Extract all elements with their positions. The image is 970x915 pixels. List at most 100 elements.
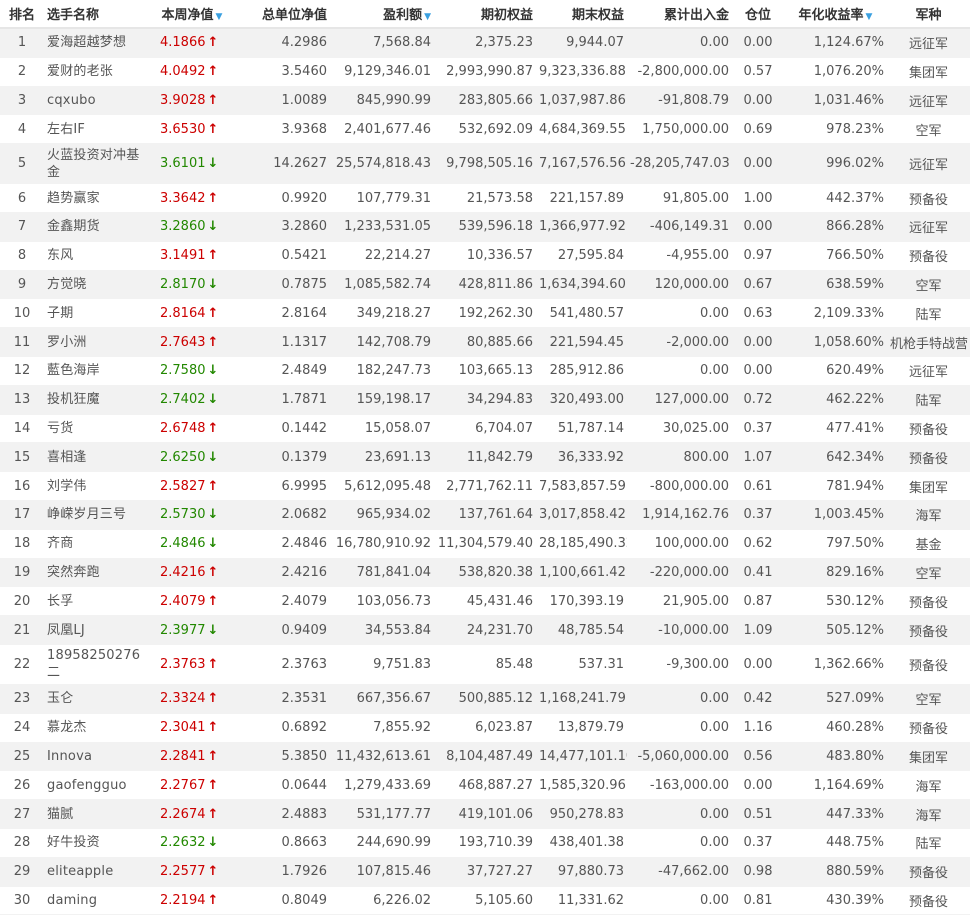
nav-value: 2.3763 [160,656,206,672]
profit-cell: 7,568.84 [330,28,434,58]
start-equity-cell: 5,105.60 [434,886,536,915]
total-nav-cell: 0.1442 [234,414,330,444]
player-name-cell[interactable]: 投机狂魔 [44,385,150,415]
position-cell: 0.97 [732,241,784,271]
player-name-cell[interactable]: 火蓝投资对冲基金 [44,143,150,185]
position-cell: 0.69 [732,114,784,145]
player-name-cell[interactable]: 方觉晓 [44,270,150,300]
annual-return-cell: 781.94% [784,471,887,501]
annual-return-cell: 797.50% [784,529,887,559]
player-name-cell[interactable]: 子期 [44,298,150,329]
group-cell: 基金 [887,529,970,559]
player-name-cell[interactable]: gaofengguo [44,770,150,801]
player-name-cell[interactable]: 峥嵘岁月三号 [44,500,150,530]
player-name-cell[interactable]: 东风 [44,241,150,271]
total-nav-cell: 0.7875 [234,270,330,300]
group-cell: 预备役 [887,615,970,645]
player-name-cell[interactable]: 罗小洲 [44,327,150,357]
player-name-cell[interactable]: 齐商 [44,529,150,559]
group-cell: 预备役 [887,713,970,743]
end-equity-cell: 1,585,320.96 [536,770,627,801]
player-name-cell[interactable]: 突然奔跑 [44,558,150,588]
player-name-cell[interactable]: 刘学伟 [44,471,150,501]
nav-value: 2.7402 [160,392,206,408]
player-name-cell[interactable]: cqxubo [44,86,150,116]
start-equity-cell: 37,727.27 [434,857,536,887]
sort-down-icon[interactable]: ▼ [866,12,873,22]
rank-cell: 4 [0,114,44,145]
sort-down-icon[interactable]: ▼ [424,12,431,22]
player-name-cell[interactable]: 亏货 [44,414,150,444]
player-name-cell[interactable]: 趋势赢家 [44,183,150,213]
player-name-cell[interactable]: 爱财的老张 [44,57,150,87]
col-name-label: 选手名称 [47,8,100,23]
table-row: 21 凤凰LJ 2.3977 ↓ 0.9409 34,553.84 24,231.70 48,… [0,615,970,645]
end-equity-cell: 4,684,369.55 [536,114,627,145]
profit-cell: 965,934.02 [330,500,434,530]
player-name-cell[interactable]: 玉仑 [44,684,150,714]
sort-down-icon[interactable]: ▼ [216,12,223,22]
col-annual-return-header[interactable]: 年化收益率 ▼ [784,0,887,29]
player-name-cell[interactable]: 长孚 [44,586,150,617]
player-name-cell[interactable]: 凤凰LJ [44,615,150,645]
player-name-cell[interactable]: 18958250276二 [44,644,150,685]
rank-cell: 27 [0,799,44,829]
position-cell: 0.00 [732,770,784,801]
arrow-up-icon: ↑ [207,748,219,764]
player-name-cell[interactable]: 藍色海岸 [44,356,150,386]
player-name-cell[interactable]: 好牛投资 [44,828,150,858]
end-equity-cell: 285,912.86 [536,356,627,386]
col-group-header: 军种 [887,0,970,29]
annual-return-cell: 880.59% [784,857,887,887]
end-equity-cell: 3,017,858.42 [536,500,627,530]
position-cell: 0.00 [732,86,784,116]
group-cell: 预备役 [887,241,970,271]
weekly-nav-cell: 2.7643 ↑ [150,327,234,357]
position-cell: 0.61 [732,471,784,501]
group-cell: 海军 [887,799,970,829]
group-cell: 空军 [887,558,970,588]
position-cell: 0.57 [732,57,784,87]
cash-flow-cell: -91,808.79 [627,86,732,116]
cash-flow-cell: -800,000.00 [627,471,732,501]
profit-cell: 15,058.07 [330,414,434,444]
weekly-nav-cell: 2.3977 ↓ [150,615,234,645]
nav-value: 3.3642 [160,190,206,206]
weekly-nav-cell: 2.5827 ↑ [150,471,234,501]
player-name-cell[interactable]: 喜相逢 [44,442,150,473]
profit-cell: 1,233,531.05 [330,212,434,242]
cash-flow-cell: 0.00 [627,356,732,386]
annual-return-cell: 642.34% [784,442,887,473]
annual-return-cell: 766.50% [784,241,887,271]
col-position-label: 仓位 [744,8,771,23]
player-name-cell[interactable]: 猫腻 [44,799,150,829]
nav-value: 3.2860 [160,219,206,235]
annual-return-cell: 430.39% [784,886,887,915]
player-name-cell[interactable]: 左右IF [44,114,150,145]
weekly-nav-cell: 2.8170 ↓ [150,270,234,300]
player-name-cell[interactable]: eliteapple [44,857,150,887]
player-name-cell[interactable]: 慕龙杰 [44,713,150,743]
col-nav-header[interactable]: 本周净值 ▼ [150,0,234,29]
col-profit-header[interactable]: 盈利额 ▼ [330,0,434,29]
total-nav-cell: 0.5421 [234,241,330,271]
end-equity-cell: 950,278.83 [536,799,627,829]
rank-cell: 29 [0,857,44,887]
start-equity-cell: 2,375.23 [434,28,536,58]
start-equity-cell: 468,887.27 [434,770,536,801]
arrow-up-icon: ↑ [207,248,219,264]
weekly-nav-cell: 2.6250 ↓ [150,442,234,473]
arrow-up-icon: ↑ [207,864,219,880]
cash-flow-cell: -5,060,000.00 [627,742,732,772]
table-row: 29 eliteapple 2.2577 ↑ 1.7926 107,815.46 37,72… [0,857,970,887]
player-name-cell[interactable]: Innova [44,742,150,772]
player-name-cell[interactable]: daming [44,886,150,915]
player-name-cell[interactable]: 爱海超越梦想 [44,28,150,58]
position-cell: 0.00 [732,356,784,386]
nav-value: 2.7580 [160,363,206,379]
player-name-cell[interactable]: 金鑫期货 [44,212,150,242]
position-cell: 0.87 [732,586,784,617]
position-cell: 1.07 [732,442,784,473]
group-cell: 预备役 [887,586,970,617]
group-cell: 远征军 [887,356,970,386]
